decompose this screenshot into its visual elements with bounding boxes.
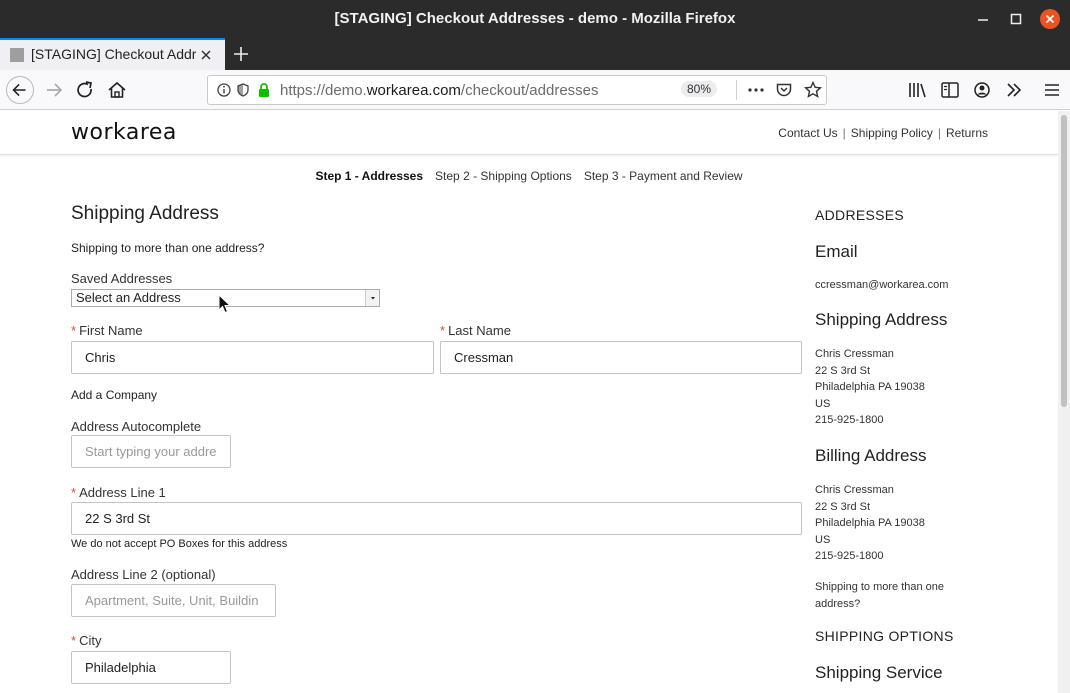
site-logo[interactable]: workarea — [71, 120, 177, 145]
lock-icon[interactable] — [256, 82, 272, 98]
new-tab-icon[interactable] — [230, 43, 252, 65]
address-line2-label: Address Line 2 (optional) — [71, 567, 216, 582]
utility-nav: Contact Us | Shipping Policy | Returns — [778, 126, 988, 140]
returns-link[interactable]: Returns — [946, 126, 988, 140]
city-label-text: City — [79, 633, 102, 648]
first-name-label: * First Name — [71, 323, 143, 338]
checkout-steps: Step 1 - Addresses Step 2 - Shipping Opti… — [0, 169, 1058, 183]
zoom-level-badge[interactable]: 80% — [681, 81, 718, 97]
required-marker: * — [71, 323, 77, 338]
required-marker: * — [71, 485, 77, 500]
billing-city: Philadelphia PA 19038 — [815, 517, 925, 530]
summary-multi-address-line2: address? — [815, 597, 861, 610]
saved-addresses-label: Saved Addresses — [71, 271, 173, 286]
address-line1-input[interactable]: 22 S 3rd St — [71, 502, 802, 535]
shipping-name: Chris Cressman — [815, 348, 894, 360]
reload-icon[interactable] — [72, 77, 98, 103]
page-actions-icon[interactable] — [746, 82, 766, 98]
navigation-toolbar: https://demo.workarea.com/checkout/addre… — [0, 70, 1070, 110]
shipping-address-block: Chris Cressman 22 S 3rd St Philadelphia … — [815, 346, 925, 429]
url-text[interactable]: https://demo.workarea.com/checkout/addre… — [280, 82, 599, 99]
step-payment-review[interactable]: Step 3 - Payment and Review — [584, 169, 743, 183]
tab-strip: [STAGING] Checkout Addresses — [0, 38, 1070, 70]
first-name-input[interactable]: Chris — [71, 341, 434, 374]
summary-multi-address-link[interactable]: Shipping to more than one address? — [815, 579, 944, 612]
billing-address-block: Chris Cressman 22 S 3rd St Philadelphia … — [815, 482, 925, 565]
add-company-link[interactable]: Add a Company — [71, 388, 157, 402]
nav-separator: | — [842, 126, 846, 140]
pocket-icon[interactable] — [775, 81, 793, 99]
hamburger-menu-icon[interactable] — [1039, 77, 1065, 103]
last-name-label: * Last Name — [440, 323, 511, 338]
page-favicon-icon — [10, 48, 24, 62]
city-label: * City — [71, 633, 101, 648]
email-heading: Email — [815, 242, 858, 261]
last-name-input[interactable]: Cressman — [440, 341, 802, 374]
nav-separator: | — [937, 126, 941, 140]
tab-active[interactable]: [STAGING] Checkout Addresses — [0, 38, 225, 70]
maximize-icon[interactable] — [1006, 9, 1026, 29]
billing-name: Chris Cressman — [815, 484, 894, 496]
step-addresses: Step 1 - Addresses — [315, 169, 424, 183]
site-header: workarea Contact Us | Shipping Policy | Retu… — [0, 111, 1058, 155]
dropdown-arrow-icon — [365, 290, 379, 306]
multi-address-link[interactable]: Shipping to more than one address? — [71, 241, 264, 255]
mouse-cursor-icon — [218, 294, 232, 314]
forward-icon[interactable] — [41, 77, 67, 103]
address-autocomplete-input[interactable]: Start typing your addre — [71, 435, 231, 468]
summary-email: ccressman@workarea.com — [815, 279, 949, 291]
urlbar-divider — [736, 80, 737, 100]
address-line1-label-text: Address Line 1 — [79, 485, 166, 500]
address-autocomplete-label: Address Autocomplete — [71, 419, 202, 434]
page-content: workarea Contact Us | Shipping Policy | Retu… — [0, 111, 1058, 693]
overflow-chevron-icon[interactable] — [1001, 77, 1027, 103]
site-info-icon[interactable] — [216, 82, 232, 98]
city-input[interactable]: Philadelphia — [71, 651, 231, 684]
summary-multi-address-line1: Shipping to more than one — [815, 581, 945, 593]
page-title: Shipping Address — [71, 203, 219, 224]
first-name-label-text: First Name — [79, 323, 143, 338]
minimize-icon[interactable] — [973, 9, 993, 29]
scrollbar-thumb[interactable] — [1061, 115, 1067, 407]
required-marker: * — [440, 323, 446, 338]
bookmark-star-icon[interactable] — [803, 80, 823, 100]
tab-close-icon[interactable] — [199, 48, 213, 62]
shipping-address-heading: Shipping Address — [815, 310, 948, 329]
shipping-city: Philadelphia PA 19038 — [815, 381, 925, 394]
shipping-service-heading: Shipping Service — [815, 663, 943, 682]
tracking-protection-icon[interactable] — [235, 82, 251, 98]
addresses-summary-heading: ADDRESSES — [815, 207, 905, 223]
billing-phone: 215-925-1800 — [815, 550, 884, 563]
url-bar[interactable]: https://demo.workarea.com/checkout/addre… — [207, 75, 827, 105]
saved-addresses-value: Select an Address — [76, 290, 181, 305]
window-title: [STAGING] Checkout Addresses - demo - Mo… — [334, 10, 736, 27]
shipping-options-summary-heading: SHIPPING OPTIONS — [815, 628, 954, 644]
tab-title: [STAGING] Checkout Addresses — [31, 46, 196, 62]
shipping-street: 22 S 3rd St — [815, 364, 871, 377]
address-line1-label: * Address Line 1 — [71, 485, 166, 500]
last-name-label-text: Last Name — [448, 323, 511, 338]
billing-street: 22 S 3rd St — [815, 500, 871, 513]
window-titlebar: [STAGING] Checkout Addresses - demo - Mo… — [0, 0, 1070, 38]
account-icon[interactable] — [969, 77, 995, 103]
address-line2-input[interactable]: Apartment, Suite, Unit, Buildin — [71, 584, 276, 617]
billing-address-heading: Billing Address — [815, 446, 927, 465]
url-host: workarea.com — [366, 82, 461, 99]
contact-us-link[interactable]: Contact Us — [778, 126, 837, 140]
library-icon[interactable] — [905, 77, 931, 103]
url-path: /checkout/addresses — [460, 82, 599, 99]
back-icon[interactable] — [6, 76, 34, 104]
sidebar-icon[interactable] — [937, 77, 963, 103]
step-shipping-options[interactable]: Step 2 - Shipping Options — [435, 169, 572, 183]
shipping-phone: 215-925-1800 — [815, 414, 884, 427]
shipping-policy-link[interactable]: Shipping Policy — [851, 126, 933, 140]
home-icon[interactable] — [104, 77, 130, 103]
close-window-icon[interactable] — [1040, 9, 1060, 29]
po-box-note: We do not accept PO Boxes for this addre… — [71, 538, 288, 550]
shipping-country: US — [815, 397, 831, 410]
url-prefix: https://demo. — [280, 82, 367, 99]
required-marker: * — [71, 633, 77, 648]
page-scrollbar[interactable] — [1058, 111, 1070, 693]
billing-country: US — [815, 533, 831, 546]
